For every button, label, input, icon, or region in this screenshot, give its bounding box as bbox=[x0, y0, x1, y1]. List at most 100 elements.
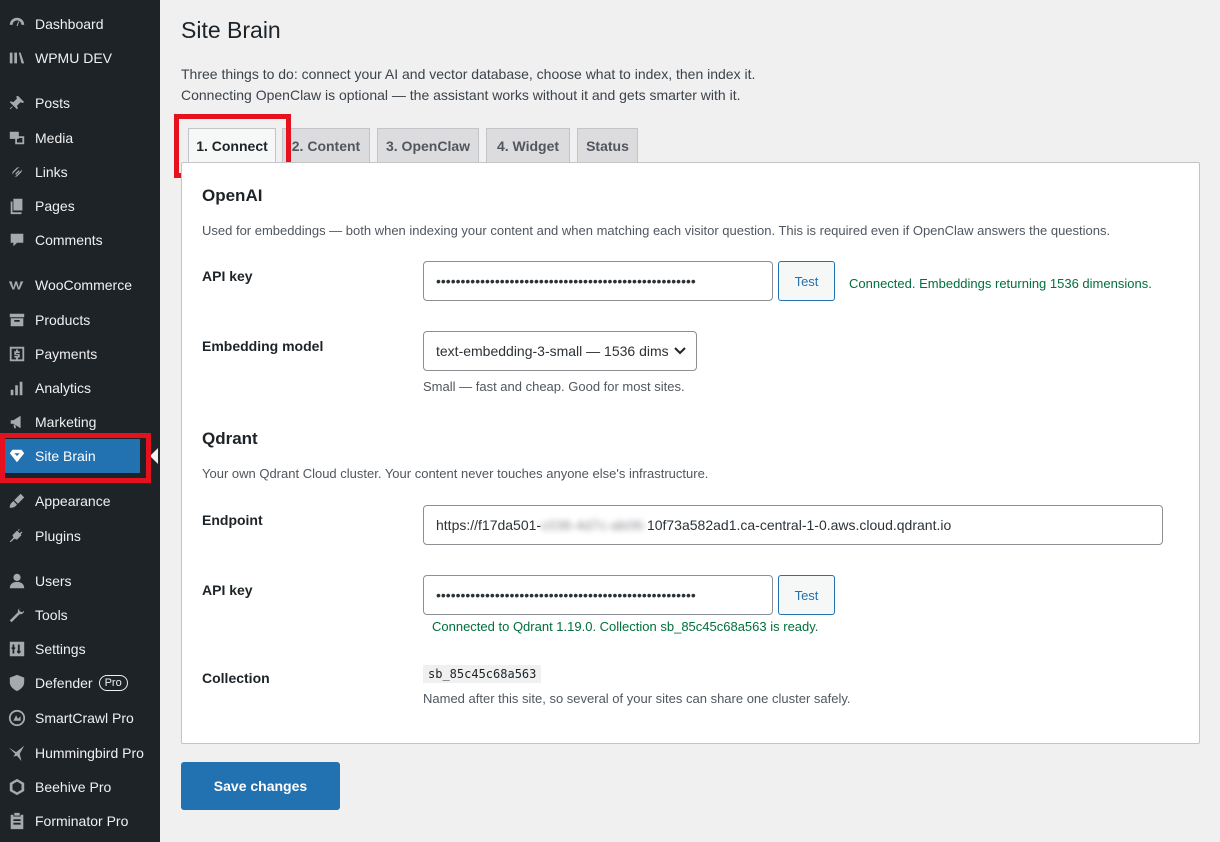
woocommerce-icon bbox=[7, 275, 27, 295]
embedding-model-select[interactable]: text-embedding-3-small — 1536 dims bbox=[423, 331, 697, 371]
openai-api-key-input[interactable]: ••••••••••••••••••••••••••••••••••••••••… bbox=[423, 261, 773, 301]
sliders-icon bbox=[7, 639, 27, 659]
sidebar-item-label: Defender bbox=[35, 675, 93, 691]
sidebar-item-label: Marketing bbox=[35, 414, 97, 430]
sidebar-item-smartcrawl[interactable]: SmartCrawl Pro bbox=[0, 701, 160, 735]
sidebar-item-label: Media bbox=[35, 130, 74, 146]
wpmudev-icon bbox=[7, 48, 27, 68]
sidebar-item-tools[interactable]: Tools bbox=[0, 598, 160, 632]
qdrant-status: Connected to Qdrant 1.19.0. Collection s… bbox=[432, 619, 819, 634]
embedding-model-label: Embedding model bbox=[202, 338, 324, 354]
sidebar-item-label: Products bbox=[35, 312, 91, 328]
intro-line-2: Connecting OpenClaw is optional — the as… bbox=[181, 87, 741, 103]
sidebar-item-links[interactable]: Links bbox=[0, 155, 160, 189]
sidebar-item-label: Posts bbox=[35, 95, 71, 111]
pages-icon bbox=[7, 196, 27, 216]
brush-icon bbox=[7, 491, 27, 511]
sidebar-item-label: Tools bbox=[35, 607, 68, 623]
openai-heading: OpenAI bbox=[202, 186, 263, 205]
plug-icon bbox=[7, 526, 27, 546]
sidebar-item-label: Settings bbox=[35, 641, 86, 657]
chevron-down-icon bbox=[674, 347, 686, 355]
dashboard-icon bbox=[7, 14, 27, 34]
settings-panel bbox=[181, 162, 1200, 744]
sidebar-item-label: Forminator Pro bbox=[35, 813, 129, 829]
clipboard-icon bbox=[7, 811, 27, 831]
sidebar-item-label: Hummingbird Pro bbox=[35, 745, 144, 761]
sidebar-item-label: Analytics bbox=[35, 380, 92, 396]
collection-value: sb_85c45c68a563 bbox=[423, 665, 542, 683]
sidebar-item-appearance[interactable]: Appearance bbox=[0, 484, 160, 518]
sidebar-item-comments[interactable]: Comments bbox=[0, 223, 160, 257]
tab-content[interactable]: 2. Content bbox=[282, 128, 370, 163]
hummingbird-icon bbox=[7, 743, 27, 763]
sidebar-item-pages[interactable]: Pages bbox=[0, 189, 160, 223]
dollar-icon bbox=[7, 344, 27, 364]
sidebar-item-woocommerce[interactable]: WooCommerce bbox=[0, 268, 160, 302]
tab-widget[interactable]: 4. Widget bbox=[486, 128, 570, 163]
save-changes-button[interactable]: Save changes bbox=[181, 762, 340, 810]
sidebar-item-marketing[interactable]: Marketing bbox=[0, 405, 160, 439]
sidebar-item-beehive[interactable]: Beehive Pro bbox=[0, 770, 160, 804]
sidebar-item-payments[interactable]: Payments bbox=[0, 337, 160, 371]
user-icon bbox=[7, 571, 27, 591]
link-icon bbox=[7, 162, 27, 182]
collection-hint: Named after this site, so several of you… bbox=[423, 691, 851, 706]
sidebar-item-posts[interactable]: Posts bbox=[0, 86, 160, 120]
pin-icon bbox=[7, 93, 27, 113]
comment-icon bbox=[7, 230, 27, 250]
openai-test-button[interactable]: Test bbox=[778, 261, 835, 301]
tab-openclaw[interactable]: 3. OpenClaw bbox=[377, 128, 479, 163]
pro-badge: Pro bbox=[98, 675, 128, 691]
qdrant-description: Your own Qdrant Cloud cluster. Your cont… bbox=[202, 466, 709, 481]
endpoint-label: Endpoint bbox=[202, 512, 263, 528]
openai-api-key-label: API key bbox=[202, 268, 253, 284]
sidebar-item-site-brain[interactable]: Site Brain bbox=[0, 439, 140, 473]
sidebar-item-label: Appearance bbox=[35, 493, 111, 509]
sidebar-item-hummingbird[interactable]: Hummingbird Pro bbox=[0, 736, 160, 770]
embedding-model-value: text-embedding-3-small — 1536 dims bbox=[436, 343, 669, 359]
sidebar-item-label: Comments bbox=[35, 232, 103, 248]
megaphone-icon bbox=[7, 412, 27, 432]
smartcrawl-icon bbox=[7, 708, 27, 728]
collection-label: Collection bbox=[202, 670, 270, 686]
diamond-icon bbox=[7, 446, 27, 466]
tab-connect[interactable]: 1. Connect bbox=[188, 128, 276, 163]
media-icon bbox=[7, 128, 27, 148]
sidebar-item-label: WooCommerce bbox=[35, 277, 132, 293]
endpoint-prefix: https://f17da501- bbox=[436, 517, 542, 533]
sidebar-item-wpmudev[interactable]: WPMU DEV bbox=[0, 41, 160, 75]
sidebar-item-media[interactable]: Media bbox=[0, 121, 160, 155]
sidebar-item-label: WPMU DEV bbox=[35, 50, 112, 66]
sidebar-item-label: Payments bbox=[35, 346, 98, 362]
intro-line-1: Three things to do: connect your AI and … bbox=[181, 66, 756, 82]
page-title: Site Brain bbox=[181, 17, 281, 43]
qdrant-api-key-input[interactable]: ••••••••••••••••••••••••••••••••••••••••… bbox=[423, 575, 773, 615]
archive-icon bbox=[7, 310, 27, 330]
wrench-icon bbox=[7, 605, 27, 625]
openai-status: Connected. Embeddings returning 1536 dim… bbox=[849, 276, 1152, 291]
sidebar-item-label: Plugins bbox=[35, 528, 81, 544]
openai-description: Used for embeddings — both when indexing… bbox=[202, 223, 1111, 238]
admin-sidebar: Dashboard WPMU DEV Posts Media Links Pag… bbox=[0, 0, 160, 842]
endpoint-input[interactable]: https://f17da501- c036-4d7c-ab06- 10f73a58… bbox=[423, 505, 1163, 545]
endpoint-redacted: c036-4d7c-ab06- bbox=[541, 517, 647, 533]
sidebar-item-analytics[interactable]: Analytics bbox=[0, 371, 160, 405]
sidebar-item-dashboard[interactable]: Dashboard bbox=[0, 7, 160, 41]
sidebar-item-label: SmartCrawl Pro bbox=[35, 710, 134, 726]
sidebar-item-products[interactable]: Products bbox=[0, 303, 160, 337]
qdrant-heading: Qdrant bbox=[202, 429, 258, 448]
sidebar-item-users[interactable]: Users bbox=[0, 564, 160, 598]
bar-chart-icon bbox=[7, 378, 27, 398]
tab-status[interactable]: Status bbox=[577, 128, 638, 163]
qdrant-test-button[interactable]: Test bbox=[778, 575, 835, 615]
sidebar-item-label: Links bbox=[35, 164, 68, 180]
sidebar-item-label: Site Brain bbox=[35, 448, 96, 464]
endpoint-suffix: 10f73a582ad1.ca-central-1-0.aws.cloud.qd… bbox=[646, 517, 952, 533]
sidebar-item-defender[interactable]: Defender Pro bbox=[0, 666, 160, 700]
sidebar-item-forminator[interactable]: Forminator Pro bbox=[0, 804, 160, 838]
sidebar-item-settings[interactable]: Settings bbox=[0, 632, 160, 666]
sidebar-item-label: Users bbox=[35, 573, 72, 589]
sidebar-item-plugins[interactable]: Plugins bbox=[0, 519, 160, 553]
embedding-model-hint: Small — fast and cheap. Good for most si… bbox=[423, 379, 685, 394]
